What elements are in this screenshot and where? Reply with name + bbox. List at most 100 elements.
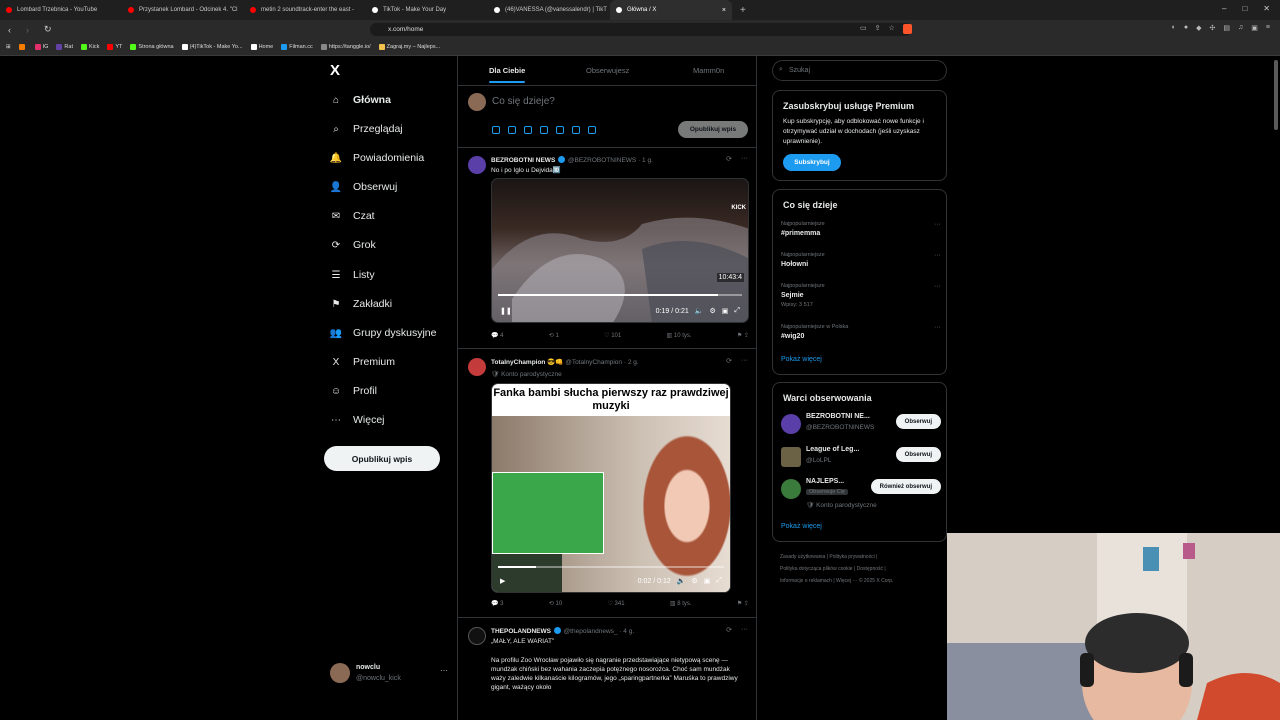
bookmark[interactable] bbox=[18, 44, 27, 50]
compose-post-button[interactable]: Opublikuj wpis bbox=[678, 121, 748, 138]
nav-item-bookmarks[interactable]: ⚑ Zakładki bbox=[330, 298, 393, 310]
x-logo[interactable]: X bbox=[330, 62, 340, 79]
browser-tab[interactable]: (46)VANESSA (@vanessalendr) | TikT bbox=[488, 0, 610, 20]
trend-item[interactable]: Najpopularniejsze Hołowni ··· bbox=[781, 252, 941, 268]
emoji-icon[interactable] bbox=[556, 126, 564, 134]
gif-icon[interactable] bbox=[508, 126, 516, 134]
menu-icon[interactable]: ≡ bbox=[1266, 24, 1270, 32]
show-more-link[interactable]: Pokaż więcej bbox=[781, 356, 822, 363]
browser-tab[interactable]: TikTok - Make Your Day bbox=[366, 0, 488, 20]
new-tab-button[interactable]: + bbox=[740, 5, 746, 16]
views-button[interactable]: ▥ 8 tys. bbox=[670, 600, 692, 607]
tweet-video[interactable]: KICK 10:43:4 ❚❚ 0:19 / 0:21 🔈 ⚙ ▣ ⤢ bbox=[491, 178, 749, 323]
like-button[interactable]: ♡ 101 bbox=[604, 332, 621, 339]
more-icon[interactable]: ··· bbox=[741, 626, 748, 634]
more-icon[interactable]: ··· bbox=[934, 252, 941, 259]
nav-item-home[interactable]: ⌂ Główna bbox=[330, 94, 391, 106]
more-icon[interactable]: ··· bbox=[934, 324, 941, 331]
forward-icon[interactable]: › bbox=[26, 25, 36, 35]
reply-button[interactable]: 💬 4 bbox=[491, 332, 503, 339]
suggestion-name[interactable]: League of Leg... bbox=[806, 446, 859, 453]
bookmark-icon[interactable]: ⚑ ⇪ bbox=[737, 332, 749, 339]
like-button[interactable]: ♡ 341 bbox=[608, 600, 625, 607]
pip-icon[interactable]: ▣ bbox=[722, 307, 729, 315]
avatar[interactable] bbox=[781, 414, 801, 434]
wallet-icon[interactable]: ▣ bbox=[1251, 24, 1258, 32]
nav-item-chat[interactable]: ✉ Czat bbox=[330, 210, 375, 222]
footer-link[interactable]: Więcej ··· bbox=[836, 578, 857, 584]
subscribe-button[interactable]: Subskrybuj bbox=[783, 154, 841, 171]
tweet-author[interactable]: TotalnyChampion 😎👊 bbox=[491, 359, 563, 366]
avatar[interactable] bbox=[468, 156, 486, 174]
bookmark[interactable]: Zagraj.my – Najleps... bbox=[378, 44, 440, 50]
footer-link[interactable]: Polityka prywatności bbox=[829, 554, 874, 560]
suggestion-name[interactable]: NAJLEPS... bbox=[806, 478, 844, 485]
repost-button[interactable]: ⟲ 10 bbox=[549, 600, 562, 607]
more-icon[interactable]: ··· bbox=[440, 666, 448, 675]
tweet[interactable]: TotalnyChampion 😎👊 @TotalnyChampion · 2 … bbox=[458, 350, 756, 618]
fullscreen-icon[interactable]: ⤢ bbox=[734, 307, 740, 315]
brave-shield-icon[interactable] bbox=[902, 24, 912, 34]
follow-suggestion[interactable]: BEZROBOTNI NE... @BEZROBOTNINEWS Obserwu… bbox=[781, 412, 941, 440]
location-icon[interactable] bbox=[588, 126, 596, 134]
bookmark-icon[interactable]: ⚑ ⇪ bbox=[737, 600, 749, 607]
volume-icon[interactable]: 🔈 bbox=[695, 307, 704, 315]
reload-icon[interactable]: ↻ bbox=[44, 24, 54, 35]
close-tab-icon[interactable]: × bbox=[722, 7, 726, 14]
search-input[interactable]: Szukaj bbox=[772, 60, 947, 81]
nav-item-more[interactable]: ⋯ Więcej bbox=[330, 414, 385, 426]
footer-link[interactable]: Dostępność bbox=[857, 566, 883, 572]
footer-link[interactable]: Polityka dotycząca plików cookie bbox=[780, 566, 853, 572]
trend-item[interactable]: Najpopularniejsze w Polska #wig20 ··· bbox=[781, 324, 941, 340]
image-icon[interactable] bbox=[492, 126, 500, 134]
bookmark[interactable]: Home bbox=[250, 44, 273, 50]
nav-item-lists[interactable]: ☰ Listy bbox=[330, 269, 375, 281]
extension-icon[interactable]: ● bbox=[1184, 24, 1188, 32]
tab-for-you[interactable]: Dla Ciebie bbox=[489, 66, 526, 83]
nav-item-follow[interactable]: 👤 Obserwuj bbox=[330, 181, 398, 193]
tweet[interactable]: THEPOLANDNEWS @thepolandnews_ · 4 g. ⟳ ··… bbox=[458, 619, 756, 720]
bookmark[interactable]: https://tanggle.io/ bbox=[320, 44, 371, 50]
video-progress-track[interactable] bbox=[498, 566, 724, 568]
follow-back-button[interactable]: Również obserwuj bbox=[870, 479, 941, 494]
bookmark[interactable]: Strona główna bbox=[130, 44, 174, 50]
tweet-author[interactable]: BEZROBOTNI NEWS bbox=[491, 157, 555, 164]
url-input[interactable]: x.com/home bbox=[370, 23, 912, 36]
tab-mamm0n[interactable]: Mamm0n bbox=[693, 66, 724, 75]
play-icon[interactable]: ▶ bbox=[500, 577, 505, 585]
grok-icon[interactable]: ⟳ bbox=[726, 155, 732, 163]
poll-icon[interactable] bbox=[540, 126, 548, 134]
more-icon[interactable]: ··· bbox=[934, 221, 941, 228]
bookmark[interactable]: Kick bbox=[80, 44, 99, 50]
bookmark-star-icon[interactable]: ☆ bbox=[889, 24, 895, 34]
close-window-button[interactable]: ✕ bbox=[1263, 4, 1270, 13]
settings-icon[interactable]: ⚙ bbox=[709, 307, 715, 315]
more-icon[interactable]: ··· bbox=[741, 357, 748, 365]
tab-following[interactable]: Obserwujesz bbox=[586, 66, 629, 75]
repost-button[interactable]: ⟲ 1 bbox=[549, 332, 559, 339]
sidebar-icon[interactable]: ▤ bbox=[1223, 24, 1230, 32]
minimize-button[interactable]: – bbox=[1222, 4, 1226, 13]
maximize-button[interactable]: □ bbox=[1242, 4, 1247, 13]
post-button[interactable]: Opublikuj wpis bbox=[324, 446, 440, 471]
footer-link[interactable]: Zasady użytkowania bbox=[780, 554, 825, 560]
pause-icon[interactable]: ❚❚ bbox=[500, 307, 512, 315]
tweet-author[interactable]: THEPOLANDNEWS bbox=[491, 628, 551, 635]
more-icon[interactable]: ··· bbox=[741, 155, 748, 163]
trend-item[interactable]: Najpopularniejsze Sejmie Wpisy: 3 517 ··· bbox=[781, 283, 941, 308]
volume-icon[interactable]: 🔈 bbox=[677, 577, 686, 585]
reply-button[interactable]: 💬 3 bbox=[491, 600, 503, 607]
account-switcher[interactable]: nowclu @nowclu_kick ··· bbox=[330, 660, 448, 690]
bookmark[interactable]: Filman.cc bbox=[281, 44, 313, 50]
bookmark[interactable]: IG bbox=[34, 44, 48, 50]
video-progress-track[interactable] bbox=[498, 294, 742, 296]
extension-icon[interactable]: ◆ bbox=[1196, 24, 1201, 32]
follow-button[interactable]: Obserwuj bbox=[895, 447, 941, 462]
avatar[interactable] bbox=[468, 627, 486, 645]
puzzle-icon[interactable]: ✣ bbox=[1210, 24, 1216, 32]
show-more-link[interactable]: Pokaż więcej bbox=[781, 523, 822, 530]
avatar[interactable] bbox=[781, 479, 801, 499]
pip-icon[interactable]: ▣ bbox=[704, 577, 711, 585]
schedule-icon[interactable] bbox=[572, 126, 580, 134]
grok-icon[interactable] bbox=[524, 126, 532, 134]
